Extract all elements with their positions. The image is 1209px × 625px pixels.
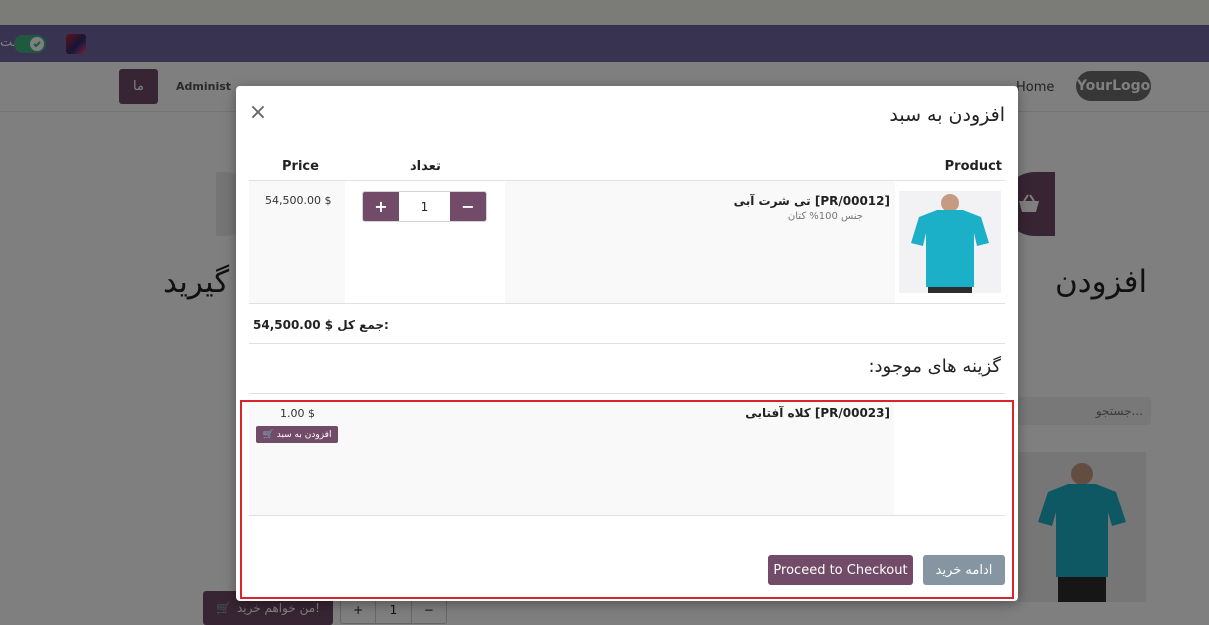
add-to-cart-modal: × افزودن به سبد Price تعداد Product 54,5… (236, 86, 1018, 601)
plus-icon[interactable]: + (363, 192, 399, 221)
column-header-quantity: تعداد (410, 159, 441, 174)
modal-title: افزودن به سبد (889, 104, 1005, 126)
highlight-box (240, 400, 1014, 599)
options-title: گزینه های موجود: (868, 356, 1001, 377)
product-description: جنس 100% کتان (787, 211, 863, 222)
divider (249, 303, 1005, 304)
divider (249, 393, 1005, 394)
product-image (899, 191, 1001, 293)
total-value: 54,500.00 $ (253, 318, 334, 332)
quantity-value[interactable]: 1 (399, 192, 450, 221)
column-header-product: Product (944, 159, 1002, 174)
quantity-stepper[interactable]: + 1 − (362, 191, 487, 222)
minus-icon[interactable]: − (450, 192, 486, 221)
cart-total: 54,500.00 $ جمع کل: (253, 318, 389, 332)
product-name: [PR/00012] تی شرت آبی (733, 194, 890, 208)
column-header-price: Price (282, 159, 319, 174)
divider (249, 343, 1005, 344)
close-icon[interactable]: × (248, 102, 268, 124)
total-label: جمع کل: (337, 318, 389, 332)
item-price: 54,500.00 $ (265, 194, 332, 207)
